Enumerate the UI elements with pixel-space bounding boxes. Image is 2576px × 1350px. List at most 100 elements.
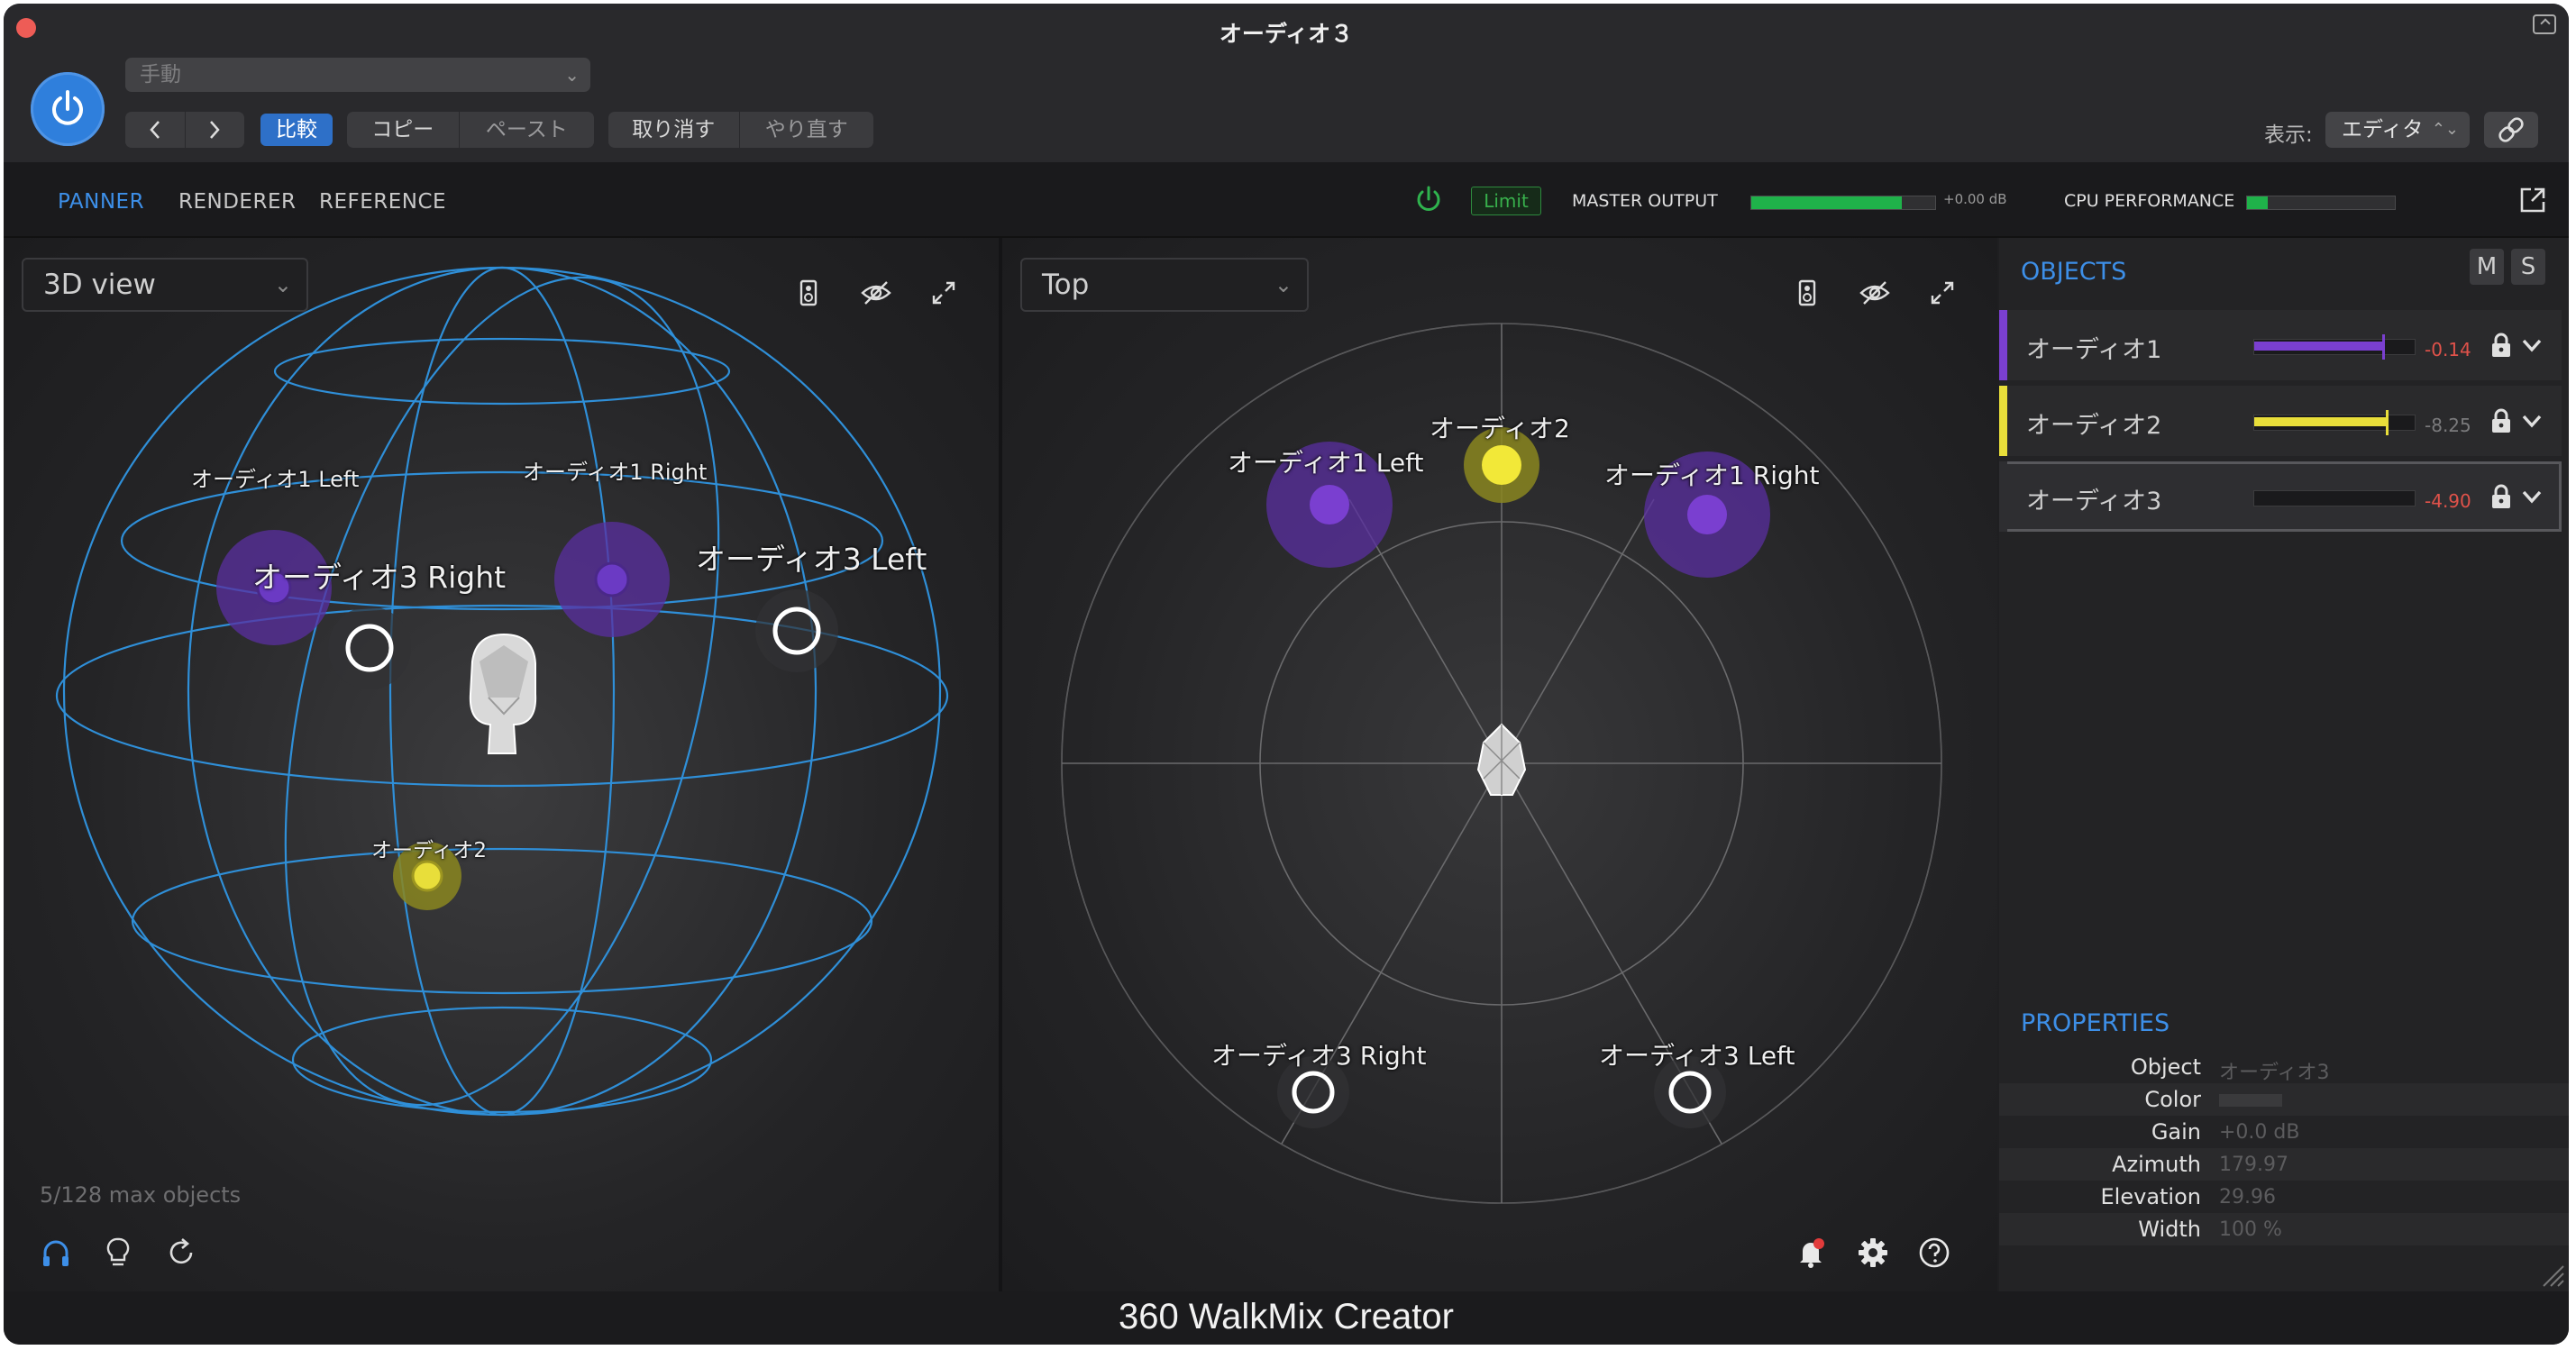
property-value[interactable]: 100 %: [2219, 1218, 2282, 1241]
object-db: -0.14: [2425, 339, 2471, 360]
property-label: Object: [2130, 1054, 2201, 1080]
chevron-down-icon[interactable]: [2520, 483, 2544, 510]
view-mode-select-top[interactable]: Top ⌄: [1020, 258, 1309, 312]
solo-button[interactable]: S: [2511, 249, 2545, 285]
chevron-down-icon: ⌄: [564, 64, 580, 86]
object-label-a3l-3d: オーディオ3 Left: [696, 542, 927, 577]
object-label-a3r-3d: オーディオ3 Right: [252, 560, 507, 595]
view-mode-select-3d[interactable]: 3D view ⌄: [22, 258, 308, 312]
chevron-down-icon[interactable]: [2520, 332, 2544, 359]
display-select[interactable]: エディタ ⌃⌄: [2325, 112, 2470, 148]
mute-button[interactable]: M: [2470, 249, 2504, 285]
object-level-fill: [2254, 342, 2383, 351]
limiter-power-icon[interactable]: [1413, 184, 1444, 214]
object-level-meter: [2253, 490, 2416, 506]
compare-button[interactable]: 比較: [260, 114, 333, 146]
object-level-meter: [2253, 410, 2416, 435]
object-marker-a3r[interactable]: [328, 607, 411, 689]
property-label: Width: [2138, 1217, 2201, 1242]
float-window-icon[interactable]: [2533, 14, 2556, 34]
object-color-stripe: [1999, 386, 2007, 456]
property-label: Azimuth: [2112, 1152, 2201, 1177]
redo-button[interactable]: やり直す: [738, 112, 874, 148]
object-label-a2-top: オーディオ2: [1430, 414, 1570, 443]
headphones-icon[interactable]: [40, 1236, 72, 1269]
object-name: オーディオ3: [2026, 488, 2162, 515]
master-output-db: +0.00 dB: [1943, 191, 2007, 207]
preset-select[interactable]: 手動 ⌄: [125, 58, 590, 92]
object-marker-a3l[interactable]: [755, 589, 838, 672]
paste-button[interactable]: ペースト: [458, 112, 594, 148]
property-value[interactable]: 29.96: [2219, 1186, 2276, 1209]
property-label: Color: [2144, 1087, 2201, 1112]
property-row: Gain +0.0 dB: [1999, 1116, 2569, 1148]
master-output-meter-fill: [1751, 196, 1903, 209]
copy-button[interactable]: コピー: [347, 112, 459, 148]
popout-icon[interactable]: [2518, 186, 2547, 214]
chevron-left-icon: [150, 121, 160, 139]
speaker-icon[interactable]: [1797, 279, 1817, 306]
link-button[interactable]: [2484, 112, 2538, 148]
object-label-a1r-3d: オーディオ1 Right: [523, 460, 708, 485]
property-value[interactable]: オーディオ3: [2219, 1056, 2329, 1085]
objects-title: OBJECTS: [2021, 258, 2127, 286]
tab-reference[interactable]: REFERENCE: [319, 190, 446, 214]
listener-head-icon: [469, 633, 537, 754]
plugin-power-button[interactable]: [31, 72, 105, 146]
object-row-selected[interactable]: オーディオ3 -4.90: [1999, 461, 2562, 532]
expand-icon[interactable]: [930, 279, 957, 306]
color-swatch[interactable]: [2219, 1094, 2282, 1107]
property-value[interactable]: 179.97: [2219, 1154, 2288, 1176]
object-marker-a1r[interactable]: [554, 522, 670, 637]
chevron-down-icon[interactable]: [2520, 407, 2544, 434]
max-objects-count: 5/128 max objects: [40, 1182, 242, 1208]
display-value: エディタ: [2342, 118, 2424, 141]
power-icon: [52, 90, 83, 125]
object-level-meter: [2253, 334, 2416, 360]
notification-bell-icon[interactable]: [1795, 1236, 1826, 1269]
sphere-canvas[interactable]: [4, 238, 999, 1291]
help-icon[interactable]: [1918, 1236, 1950, 1269]
resize-grip-icon[interactable]: [2538, 1261, 2565, 1288]
object-label-a3r-top: オーディオ3 Right: [1211, 1041, 1427, 1071]
property-row: Object オーディオ3: [1999, 1051, 2569, 1085]
object-label-a1l-3d: オーディオ1 Left: [191, 467, 360, 492]
object-level-fill: [2254, 417, 2386, 426]
object-level-peak: [2382, 334, 2386, 360]
panner-3d-view[interactable]: 3D view ⌄ オーディオ1 Left オーディオ1 Right オーディオ…: [4, 238, 999, 1291]
object-color-stripe: [1999, 461, 2007, 532]
reset-icon[interactable]: [166, 1236, 196, 1269]
plugin-window: オーディオ３ 手動 ⌄ 比較 コピー ペースト 取り消す やり直す 表示: エデ…: [4, 4, 2569, 1345]
lock-icon[interactable]: [2489, 407, 2513, 434]
object-label-a2-3d: オーディオ2: [371, 839, 488, 862]
display-label: 表示:: [2264, 123, 2313, 147]
tab-panner[interactable]: PANNER: [58, 190, 144, 214]
panner-top-view[interactable]: Top ⌄ オーディオ1 Left オーディオ2 オーディオ1 Right オー…: [1002, 238, 1997, 1291]
undo-button[interactable]: 取り消す: [608, 112, 739, 148]
top-view-canvas[interactable]: [1002, 238, 1997, 1291]
object-name: オーディオ2: [2026, 412, 2162, 440]
link-icon: [2498, 117, 2524, 142]
speaker-icon[interactable]: [799, 279, 818, 306]
undo-redo-group: 取り消す やり直す: [608, 112, 873, 148]
expand-icon[interactable]: [1929, 279, 1956, 306]
tab-renderer[interactable]: RENDERER: [178, 190, 296, 214]
limit-toggle[interactable]: Limit: [1471, 187, 1541, 215]
property-value[interactable]: +0.0 dB: [2219, 1121, 2299, 1144]
hide-eye-icon[interactable]: [1859, 279, 1891, 306]
hide-eye-icon[interactable]: [860, 279, 892, 306]
object-name: オーディオ1: [2026, 336, 2162, 364]
chevron-down-icon: ⌄: [273, 272, 292, 297]
lightbulb-icon[interactable]: [105, 1236, 132, 1269]
object-row[interactable]: オーディオ1 -0.14: [1999, 310, 2562, 380]
cpu-performance-label: CPU PERFORMANCE: [2064, 191, 2235, 211]
settings-gear-icon[interactable]: [1857, 1236, 1889, 1269]
next-preset-button[interactable]: [184, 112, 245, 148]
object-level-peak: [2385, 410, 2389, 435]
plugin-body: PANNER RENDERER REFERENCE Limit MASTER O…: [4, 162, 2569, 1291]
object-db: -4.90: [2425, 490, 2471, 512]
lock-icon[interactable]: [2489, 483, 2513, 510]
object-row[interactable]: オーディオ2 -8.25: [1999, 386, 2562, 456]
previous-preset-button[interactable]: [125, 112, 185, 148]
lock-icon[interactable]: [2489, 332, 2513, 359]
